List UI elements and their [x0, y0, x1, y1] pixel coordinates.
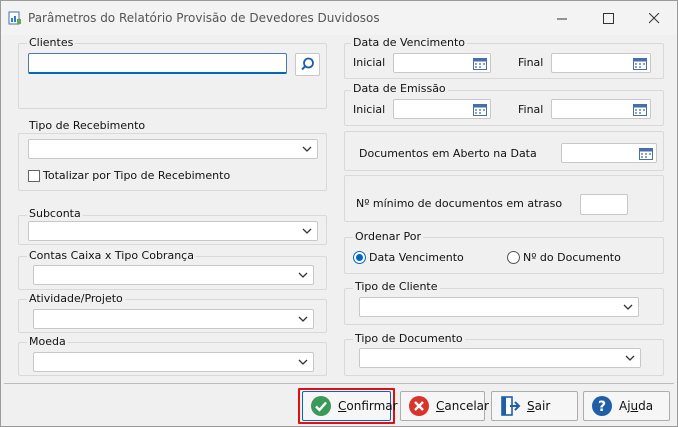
tipo-cliente-select[interactable] — [359, 297, 639, 317]
emissao-inicial-label: Inicial — [353, 103, 386, 116]
vencimento-inicial-label: Inicial — [353, 56, 386, 69]
confirmar-label: Confirmar — [338, 399, 398, 413]
calendar-icon — [639, 148, 653, 160]
chevron-down-icon — [625, 355, 635, 361]
svg-text:?: ? — [598, 399, 606, 415]
check-circle-icon — [311, 396, 331, 416]
vencimento-final-label: Final — [518, 56, 544, 69]
minimize-icon — [556, 18, 567, 19]
ordenar-numero-documento-radio[interactable] — [507, 251, 520, 264]
tipo-documento-select[interactable] — [359, 348, 641, 368]
cancel-circle-icon — [409, 396, 429, 416]
dialog-content: Clientes Tipo de Recebimento Totalizar p… — [4, 35, 674, 381]
minimize-button[interactable] — [539, 1, 585, 35]
exit-door-icon — [501, 396, 521, 416]
chevron-down-icon — [302, 146, 312, 152]
calendar-icon — [633, 58, 647, 70]
moeda-select[interactable] — [33, 352, 314, 372]
chevron-down-icon — [298, 359, 308, 365]
cancelar-button[interactable]: Cancelar — [400, 391, 489, 421]
moeda-label: Moeda — [27, 335, 68, 348]
subconta-select[interactable] — [28, 221, 318, 241]
emissao-label: Data de Emissão — [351, 82, 448, 95]
docs-aberto-label: Documentos em Aberto na Data — [359, 147, 537, 160]
min-docs-label: Nº mínimo de documentos em atraso — [356, 197, 563, 210]
ajuda-button[interactable]: ? Ajuda — [583, 391, 670, 421]
title-bar: Parâmetros do Relatório Provisão de Deve… — [1, 1, 677, 35]
close-icon — [648, 12, 659, 23]
footer-separator — [4, 383, 674, 384]
atividade-select[interactable] — [33, 309, 314, 329]
clientes-input[interactable] — [28, 53, 287, 74]
clientes-search-button[interactable] — [295, 53, 320, 76]
calendar-icon — [633, 104, 647, 116]
maximize-button[interactable] — [585, 1, 631, 35]
sair-label: Sair — [527, 399, 551, 413]
ordenar-label: Ordenar Por — [353, 230, 423, 243]
contas-caixa-label: Contas Caixa x Tipo Cobrança — [27, 249, 196, 262]
confirmar-button[interactable]: Confirmar — [302, 391, 398, 421]
min-docs-input[interactable] — [580, 194, 628, 215]
emissao-inicial-date[interactable] — [393, 99, 491, 119]
atividade-label: Atividade/Projeto — [27, 292, 125, 305]
calendar-icon — [473, 104, 487, 116]
vencimento-label: Data de Vencimento — [351, 36, 468, 49]
totalizar-label: Totalizar por Tipo de Recebimento — [43, 169, 231, 182]
contas-caixa-select[interactable] — [33, 265, 314, 285]
ajuda-label: Ajuda — [619, 399, 654, 413]
clientes-label: Clientes — [27, 36, 76, 49]
subconta-label: Subconta — [27, 207, 83, 220]
emissao-final-label: Final — [518, 103, 544, 116]
tipo-recebimento-label: Tipo de Recebimento — [27, 119, 148, 132]
totalizar-checkbox[interactable] — [28, 170, 40, 182]
dialog-window: Parâmetros do Relatório Provisão de Deve… — [0, 0, 678, 427]
ordenar-option-label: Nº do Documento — [523, 251, 621, 264]
chevron-down-icon — [298, 272, 308, 278]
search-icon — [301, 57, 314, 71]
tipo-recebimento-select[interactable] — [28, 139, 318, 159]
maximize-icon — [602, 12, 614, 24]
chevron-down-icon — [302, 228, 312, 234]
ordenar-option-label: Data Vencimento — [369, 251, 464, 264]
cancelar-label: Cancelar — [436, 399, 489, 413]
window-title: Parâmetros do Relatório Provisão de Deve… — [28, 11, 380, 25]
tipo-documento-label: Tipo de Documento — [353, 332, 465, 345]
vencimento-inicial-date[interactable] — [393, 53, 491, 73]
tipo-cliente-label: Tipo de Cliente — [353, 280, 440, 293]
vencimento-final-date[interactable] — [551, 53, 651, 73]
emissao-final-date[interactable] — [551, 99, 651, 119]
close-button[interactable] — [631, 1, 677, 35]
docs-aberto-date[interactable] — [561, 143, 657, 163]
sair-button[interactable]: Sair — [491, 391, 578, 421]
calendar-icon — [473, 58, 487, 70]
report-app-icon — [8, 11, 21, 25]
chevron-down-icon — [298, 316, 308, 322]
help-circle-icon: ? — [592, 396, 612, 416]
chevron-down-icon — [623, 304, 633, 310]
ordenar-data-vencimento-radio[interactable] — [353, 251, 366, 264]
